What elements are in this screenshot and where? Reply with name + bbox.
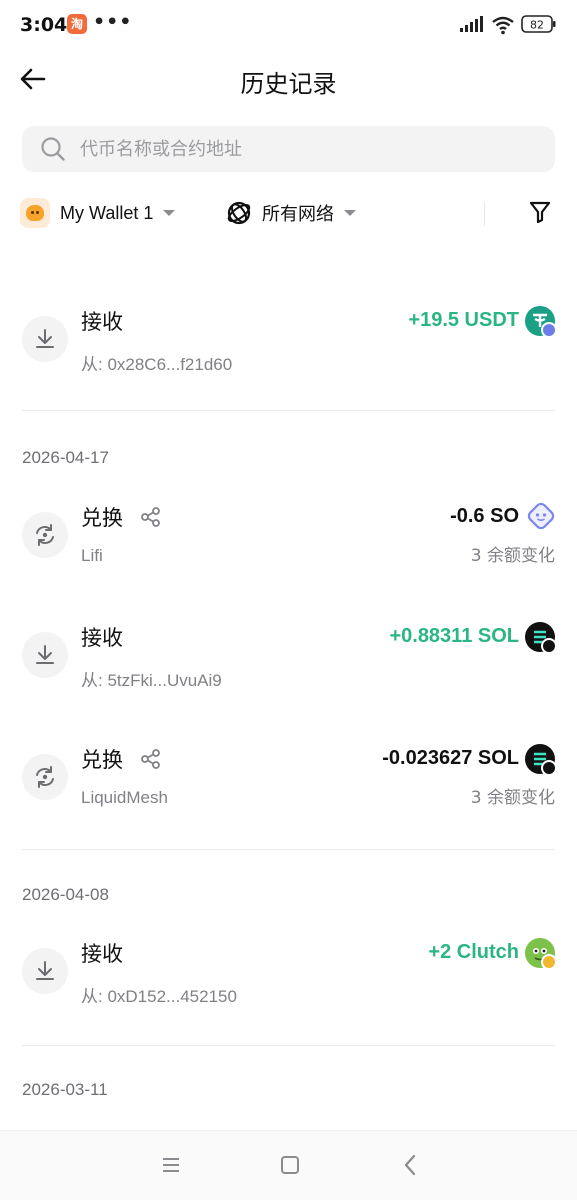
signal-icon — [460, 16, 483, 32]
status-time: 3:04 — [20, 14, 68, 36]
wallet-avatar-icon — [20, 198, 50, 228]
receive-icon — [22, 948, 68, 994]
section-divider — [22, 1045, 555, 1046]
filter-icon[interactable] — [528, 200, 552, 224]
transaction-type: 兑换 — [81, 748, 123, 772]
section-divider — [22, 849, 555, 850]
transaction-from: 从: 5tzFki...UvuAi9 — [81, 671, 222, 690]
transaction-amount: -0.023627 SOL — [382, 747, 519, 769]
chevron-down-icon — [344, 210, 356, 216]
transaction-row[interactable]: 接收 从: 5tzFki...UvuAi9 +0.88311 SOL — [0, 606, 577, 706]
date-header: 2026-04-08 — [22, 885, 109, 904]
transaction-amount: -0.6 SO — [450, 505, 519, 527]
sol-icon — [525, 744, 557, 776]
section-divider — [22, 410, 555, 411]
back-chevron-icon[interactable] — [400, 1153, 420, 1177]
transaction-row[interactable]: 接收 从: 0xD152...452150 +2 Clutch — [0, 922, 577, 1022]
swap-icon — [22, 512, 68, 558]
wallet-selector[interactable]: My Wallet 1 — [20, 197, 176, 229]
menu-icon[interactable] — [160, 1155, 182, 1175]
transaction-row[interactable]: 兑换 LiquidMesh -0.023627 SOL 3 余额变化 — [0, 728, 577, 828]
clutch-token-icon — [525, 938, 557, 970]
system-nav-bar — [0, 1130, 577, 1200]
network-selector[interactable]: 所有网络 — [226, 197, 356, 229]
transaction-row[interactable]: 接收 从: 0x28C6...f21d60 +19.5 USDT — [0, 290, 577, 390]
transaction-amount: +19.5 USDT — [408, 309, 519, 331]
transaction-type: 兑换 — [81, 506, 123, 530]
balance-change: 3 余额变化 — [470, 546, 555, 566]
transaction-row[interactable]: 兑换 Lifi -0.6 SO 3 余额变化 — [0, 486, 577, 586]
sol-icon — [525, 622, 557, 654]
transaction-from: 从: 0xD152...452150 — [81, 987, 237, 1006]
transaction-type: 接收 — [81, 626, 123, 650]
receive-icon — [22, 632, 68, 678]
transaction-amount: +2 Clutch — [428, 941, 519, 963]
page-title: 历史记录 — [240, 70, 337, 98]
divider — [484, 202, 485, 226]
date-header: 2026-03-11 — [22, 1080, 108, 1099]
transaction-type: 接收 — [81, 942, 123, 966]
search-icon — [41, 137, 65, 161]
header: 历史记录 — [0, 50, 577, 112]
search-input[interactable] — [80, 126, 540, 172]
receive-icon — [22, 316, 68, 362]
battery-level: 82 — [530, 19, 544, 32]
taobao-notification-icon: 淘 — [67, 14, 87, 34]
wallet-name: My Wallet 1 — [60, 202, 154, 223]
transaction-from: 从: 0x28C6...f21d60 — [81, 355, 233, 374]
usdt-eth-icon — [525, 306, 557, 338]
status-bar: 3:04 淘 ••• 82 — [0, 0, 577, 50]
network-name: 所有网络 — [262, 204, 334, 225]
filter-row: My Wallet 1 所有网络 — [0, 190, 577, 236]
swap-icon — [22, 754, 68, 800]
globe-network-icon — [227, 201, 251, 225]
date-header: 2026-04-17 — [22, 448, 109, 467]
battery-icon: 82 — [521, 15, 556, 33]
transaction-protocol: Lifi — [81, 546, 103, 565]
home-square-icon[interactable] — [280, 1155, 300, 1175]
transaction-amount: +0.88311 SOL — [389, 625, 519, 647]
more-notifications-icon: ••• — [93, 11, 133, 33]
share-icon[interactable] — [140, 506, 162, 528]
balance-change: 3 余额变化 — [470, 788, 555, 808]
search-bar[interactable] — [22, 126, 555, 172]
transaction-protocol: LiquidMesh — [81, 788, 168, 807]
so-token-icon — [525, 500, 555, 530]
share-icon[interactable] — [140, 748, 162, 770]
transaction-type: 接收 — [81, 310, 123, 334]
wifi-icon — [492, 16, 514, 35]
chevron-down-icon — [163, 210, 176, 216]
